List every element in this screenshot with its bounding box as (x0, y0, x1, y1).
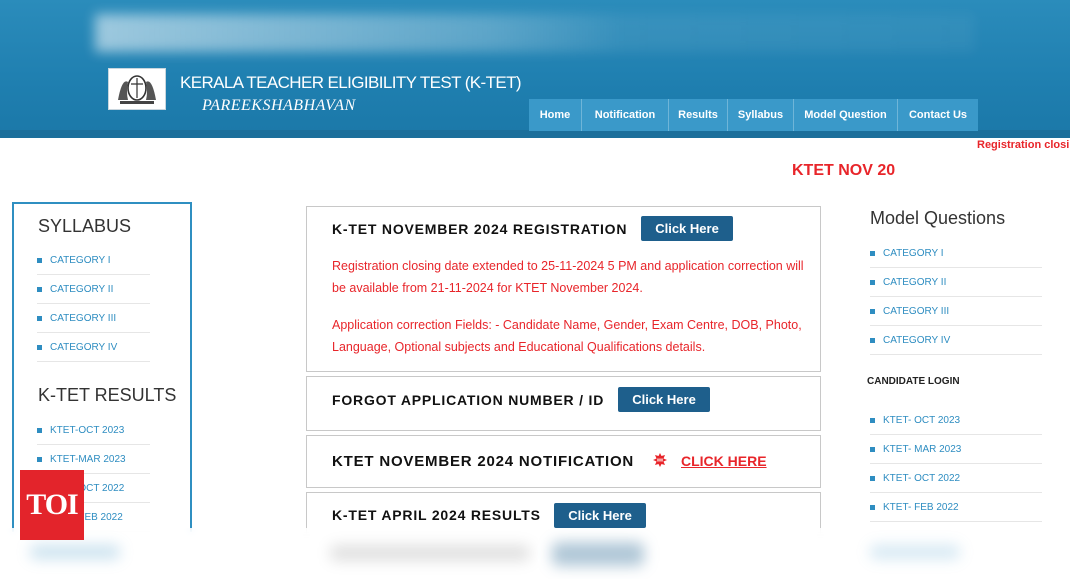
bullet-icon (870, 417, 875, 423)
notification-click-link[interactable]: CLICK HERE (681, 453, 767, 469)
syllabus-item[interactable]: CATEGORY I (37, 246, 150, 275)
syllabus-heading: SYLLABUS (38, 216, 132, 236)
blurred-content (552, 542, 644, 566)
candidate-login-item[interactable]: KTET- OCT 2023 (870, 406, 1042, 435)
model-questions-list: CATEGORY I CATEGORY II CATEGORY III CATE… (870, 239, 1042, 355)
bullet-icon (870, 279, 875, 285)
syllabus-list: CATEGORY I CATEGORY II CATEGORY III CATE… (37, 246, 150, 362)
nav-syllabus[interactable]: Syllabus (728, 99, 794, 131)
bullet-icon (37, 427, 42, 433)
bullet-icon (870, 446, 875, 452)
correction-fields-notice: Application correction Fields: - Candida… (332, 318, 802, 354)
notification-title: KTET NOVEMBER 2024 NOTIFICATION (332, 453, 635, 470)
syllabus-item[interactable]: CATEGORY II (37, 275, 150, 304)
bullet-icon (37, 344, 42, 350)
candidate-login-list: KTET- OCT 2023 KTET- MAR 2023 KTET- OCT … (870, 406, 1042, 522)
nav-home[interactable]: Home (529, 99, 582, 131)
forgot-click-button[interactable]: Click Here (618, 387, 710, 412)
registration-click-button[interactable]: Click Here (641, 216, 733, 241)
main-nav: Home Notification Results Syllabus Model… (529, 99, 978, 131)
results-heading: K-TET RESULTS (38, 385, 177, 405)
candidate-login-heading: CANDIDATE LOGIN (867, 376, 960, 387)
site-subtitle: PAREEKSHABHAVAN (202, 97, 356, 114)
notification-box: KTET NOVEMBER 2024 NOTIFICATION CLICK HE… (306, 435, 821, 488)
model-questions-heading: Model Questions (870, 208, 1006, 228)
bullet-icon (37, 315, 42, 321)
blurred-content (870, 545, 960, 559)
bullet-icon (37, 257, 42, 263)
bullet-icon (870, 337, 875, 343)
new-badge-icon (653, 453, 667, 472)
toi-watermark-logo: TOI (20, 470, 84, 540)
site-title: KERALA TEACHER ELIGIBILITY TEST (K-TET) (180, 73, 522, 92)
registration-title: K-TET NOVEMBER 2024 REGISTRATION (332, 221, 628, 237)
scrolling-announcement[interactable]: Registration closin (977, 139, 1070, 151)
nav-contact-us[interactable]: Contact Us (898, 99, 978, 131)
results-item[interactable]: KTET-OCT 2023 (37, 416, 150, 445)
results-click-button[interactable]: Click Here (554, 503, 646, 528)
nav-notification[interactable]: Notification (582, 99, 669, 131)
syllabus-item[interactable]: CATEGORY III (37, 304, 150, 333)
blurred-content (30, 545, 120, 559)
kerala-emblem-icon[interactable] (108, 68, 166, 110)
header-divider (0, 130, 1070, 138)
bullet-icon (870, 250, 875, 256)
model-question-item[interactable]: CATEGORY III (870, 297, 1042, 326)
model-question-item[interactable]: CATEGORY IV (870, 326, 1042, 355)
candidate-login-item[interactable]: KTET- MAR 2023 (870, 435, 1042, 464)
bullet-icon (870, 504, 875, 510)
registration-box: K-TET NOVEMBER 2024 REGISTRATION Click H… (306, 206, 821, 372)
results-title: K-TET APRIL 2024 RESULTS (332, 507, 541, 523)
model-question-item[interactable]: CATEGORY I (870, 239, 1042, 268)
ktet-banner-text[interactable]: KTET NOV 20 (792, 162, 895, 180)
model-question-item[interactable]: CATEGORY II (870, 268, 1042, 297)
candidate-login-item[interactable]: KTET- OCT 2022 (870, 464, 1042, 493)
registration-notice: Registration closing date extended to 25… (332, 259, 804, 295)
bullet-icon (37, 286, 42, 292)
forgot-title: FORGOT APPLICATION NUMBER / ID (332, 392, 605, 408)
nav-results[interactable]: Results (669, 99, 728, 131)
blurred-content (330, 545, 530, 561)
bullet-icon (870, 475, 875, 481)
syllabus-item[interactable]: CATEGORY IV (37, 333, 150, 362)
nav-model-question[interactable]: Model Question (794, 99, 898, 131)
candidate-login-item[interactable]: KTET- FEB 2022 (870, 493, 1042, 522)
bullet-icon (37, 456, 42, 462)
blurred-top-banner (95, 14, 975, 52)
bullet-icon (870, 308, 875, 314)
forgot-application-box: FORGOT APPLICATION NUMBER / ID Click Her… (306, 376, 821, 431)
